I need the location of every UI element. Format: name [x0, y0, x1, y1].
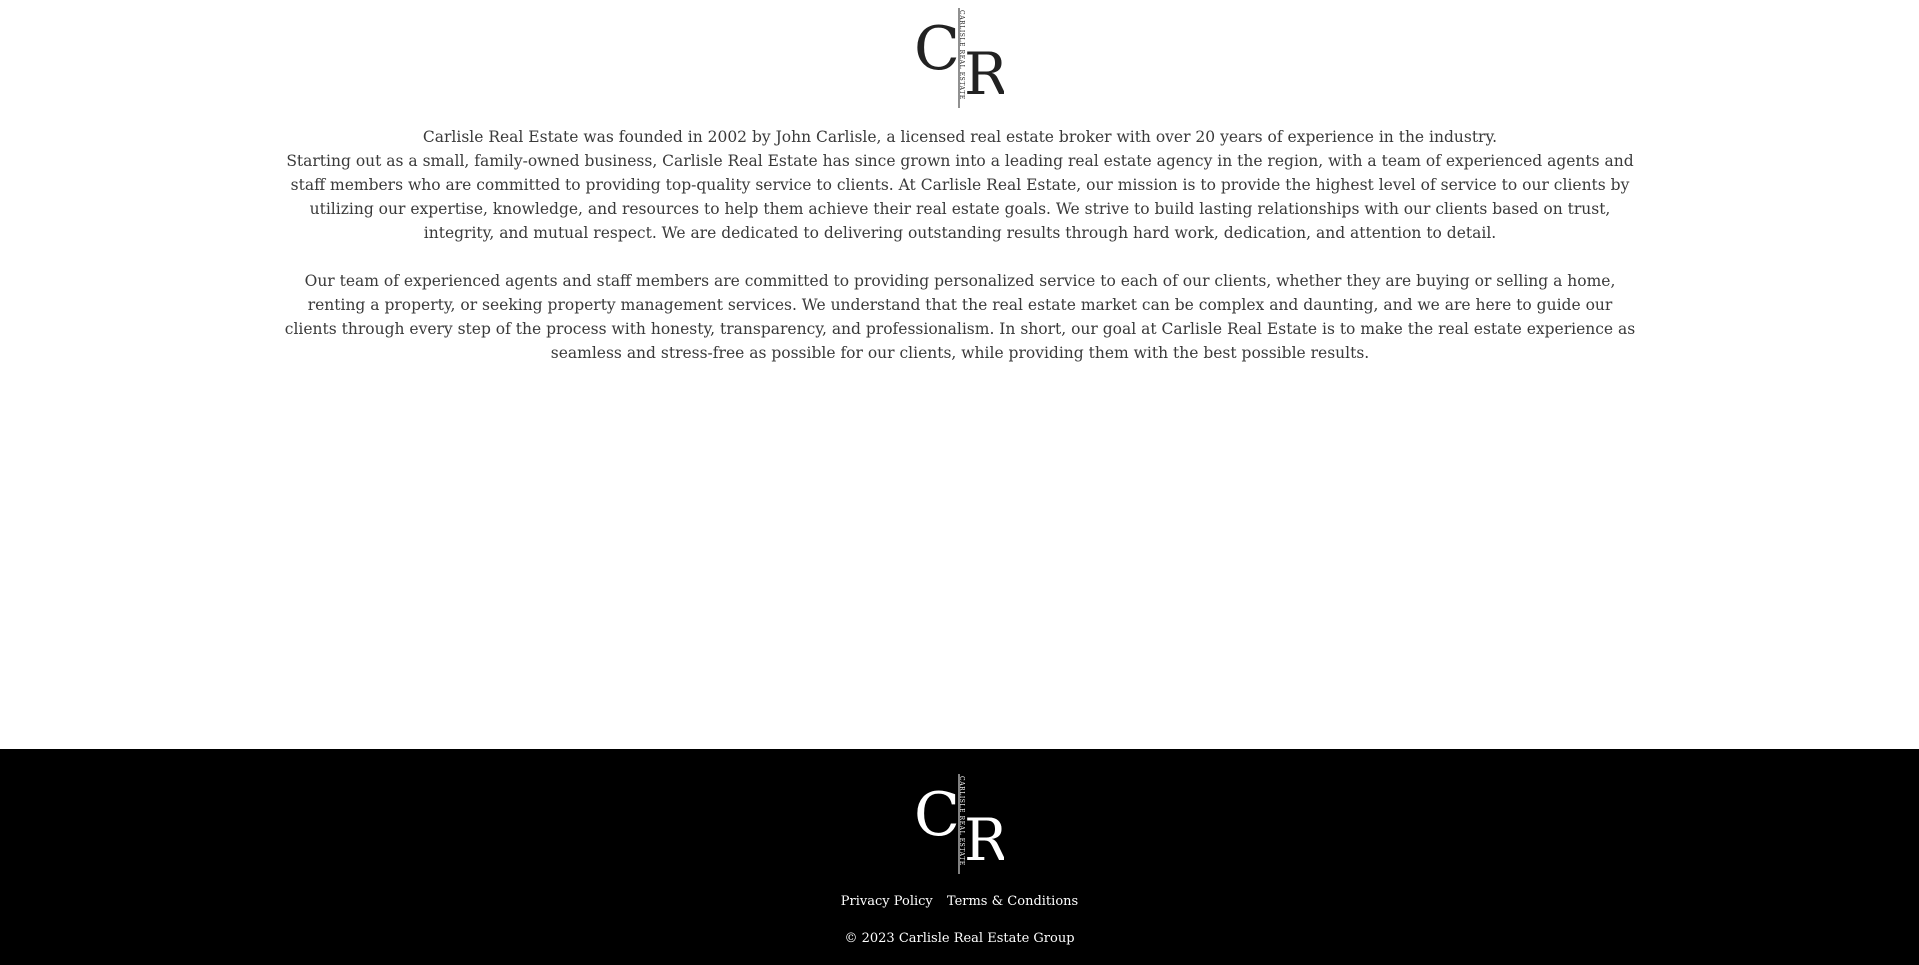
brand-monogram: C R CARLISLE REAL ESTATE — [914, 8, 1004, 108]
footer-logo-letter-c: C — [914, 780, 960, 850]
about-paragraph-2: Our team of experienced agents and staff… — [284, 272, 1636, 362]
logo-letter-r: R — [964, 40, 1004, 108]
about-history-text: Starting out as a small, family-owned bu… — [286, 152, 1634, 242]
terms-conditions-link[interactable]: Terms & Conditions — [947, 894, 1078, 909]
footer-logo-letter-r: R — [964, 806, 1004, 874]
logo-letter-c: C — [914, 14, 960, 84]
about-section: Carlisle Real Estate was founded in 2002… — [284, 125, 1636, 365]
footer-links: Privacy Policy Terms & Conditions — [0, 893, 1919, 911]
about-paragraph-1: Carlisle Real Estate was founded in 2002… — [284, 125, 1636, 245]
footer-logo[interactable]: C R CARLISLE REAL ESTATE — [914, 772, 1004, 876]
footer-monogram: C R CARLISLE REAL ESTATE — [914, 774, 1004, 874]
footer-logo-vertical-text: CARLISLE REAL ESTATE — [958, 776, 965, 866]
brand-logo[interactable]: C R CARLISLE REAL ESTATE — [914, 6, 1004, 110]
copyright-text: © 2023 Carlisle Real Estate Group — [844, 931, 1075, 946]
logo-vertical-text: CARLISLE REAL ESTATE — [958, 10, 965, 100]
main-content: C R CARLISLE REAL ESTATE Carlisle Real E… — [0, 0, 1919, 749]
privacy-policy-link[interactable]: Privacy Policy — [841, 894, 933, 909]
about-intro-line: Carlisle Real Estate was founded in 2002… — [422, 128, 1498, 146]
